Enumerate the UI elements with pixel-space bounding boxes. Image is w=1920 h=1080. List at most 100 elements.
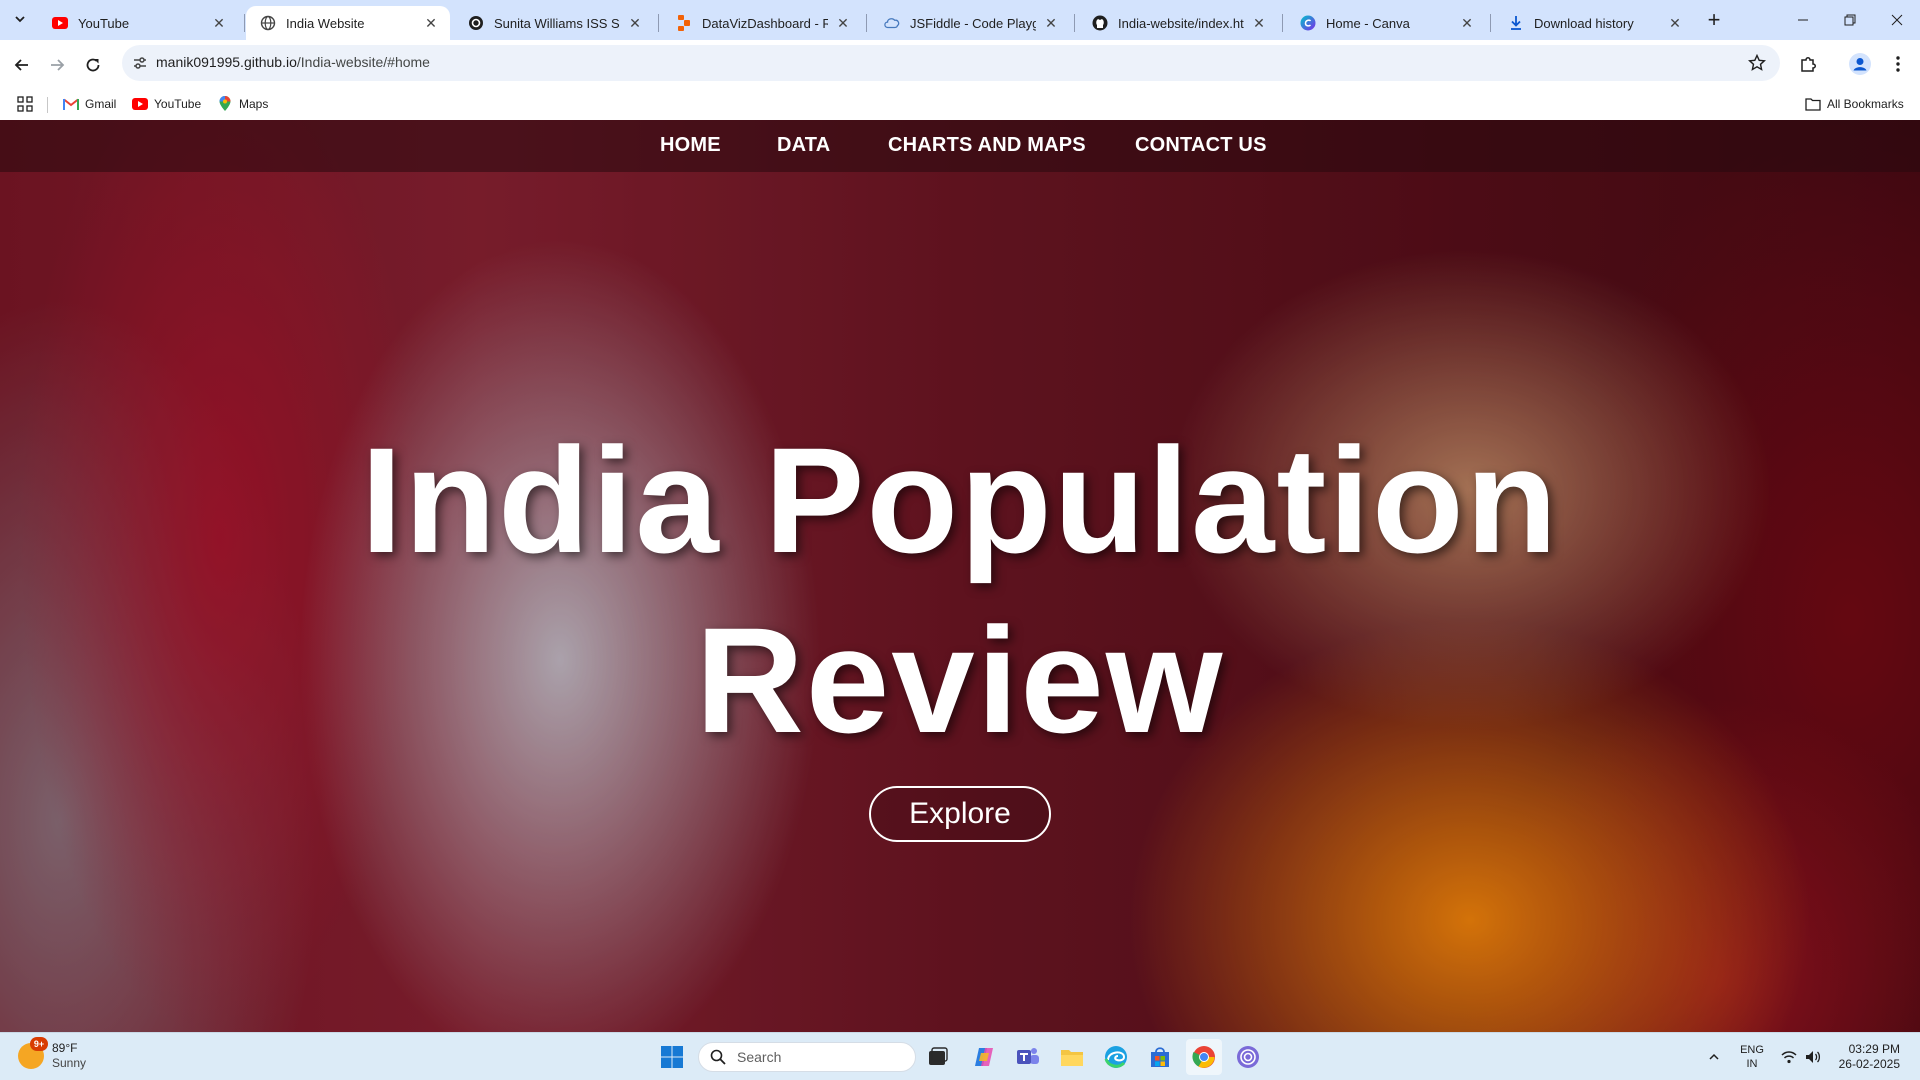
hero-title-line-1: India Population — [360, 416, 1560, 584]
weather-temperature: 89°F — [52, 1041, 78, 1055]
download-icon — [1508, 15, 1524, 31]
openai-icon — [468, 15, 484, 31]
tab-close-icon[interactable]: ✕ — [834, 14, 852, 32]
tab-title: YouTube — [78, 15, 130, 31]
tab-download-history[interactable]: Download history ✕ — [1494, 6, 1694, 40]
teams-icon[interactable] — [1010, 1039, 1046, 1075]
extensions-puzzle-icon[interactable] — [1795, 51, 1821, 77]
replit-icon — [676, 15, 692, 31]
new-tab-button[interactable]: + — [1702, 7, 1726, 32]
wifi-icon[interactable] — [1778, 1039, 1800, 1075]
tab-title: DataVizDashboard - Repli — [702, 15, 828, 31]
sun-weather-icon: 9+ — [18, 1037, 48, 1069]
tab-search-chevron-icon[interactable] — [8, 7, 32, 31]
notification-badge: 9+ — [30, 1037, 48, 1051]
tab-divider — [1490, 14, 1491, 32]
reload-button[interactable] — [80, 52, 106, 78]
close-window-button[interactable] — [1874, 0, 1920, 40]
forward-button[interactable] — [44, 52, 70, 78]
bookmark-maps[interactable]: Maps — [217, 95, 268, 113]
hero-title-line-2: Review — [695, 596, 1225, 764]
tab-sunita-williams[interactable]: Sunita Williams ISS Stay ✕ — [454, 6, 654, 40]
language-region: IN — [1746, 1058, 1758, 1070]
jsfiddle-icon — [884, 15, 900, 31]
copilot-icon[interactable] — [966, 1039, 1002, 1075]
globe-icon — [260, 15, 276, 31]
windows-start-button[interactable] — [654, 1039, 690, 1075]
nav-home-link[interactable]: HOME — [660, 134, 721, 157]
maps-icon — [217, 96, 233, 112]
tab-close-icon[interactable]: ✕ — [626, 14, 644, 32]
browser-tab-strip: YouTube ✕ India Website ✕ Sunita William… — [0, 0, 1920, 40]
weather-widget[interactable]: 9+ 89°F Sunny — [18, 1037, 87, 1071]
explore-button[interactable]: Explore — [869, 786, 1051, 842]
tab-dataviz-dashboard[interactable]: DataVizDashboard - Repli ✕ — [662, 6, 862, 40]
web-page-viewport: HOME DATA CHARTS AND MAPS CONTACT US Ind… — [0, 120, 1920, 1032]
profile-avatar-icon[interactable] — [1847, 51, 1873, 77]
clock-date: 26-02-2025 — [1838, 1057, 1900, 1071]
site-info-icon[interactable] — [130, 53, 150, 73]
tab-close-icon[interactable]: ✕ — [1666, 14, 1684, 32]
edge-browser-icon[interactable] — [1098, 1039, 1134, 1075]
language-code: ENG — [1740, 1044, 1764, 1056]
tab-youtube[interactable]: YouTube ✕ — [38, 6, 238, 40]
tab-close-icon[interactable]: ✕ — [422, 14, 440, 32]
browser-menu-kebab-icon[interactable] — [1885, 51, 1911, 77]
youtube-icon — [132, 96, 148, 112]
tab-divider — [658, 14, 659, 32]
tab-title: India-website/index.html — [1118, 15, 1244, 31]
minimize-window-button[interactable] — [1780, 0, 1826, 40]
search-placeholder: Search — [737, 1049, 782, 1065]
bookmark-label: Maps — [239, 97, 269, 111]
browser-toolbar: manik091995.github.io/India-website/#hom… — [0, 40, 1920, 88]
canva-icon — [1300, 15, 1316, 31]
tab-jsfiddle[interactable]: JSFiddle - Code Playgrou ✕ — [870, 6, 1070, 40]
restore-window-button[interactable] — [1827, 0, 1873, 40]
taskbar-search-box[interactable]: Search — [698, 1042, 916, 1072]
clock-time: 03:29 PM — [1848, 1042, 1900, 1056]
tab-canva[interactable]: Home - Canva ✕ — [1286, 6, 1486, 40]
bookmarks-divider — [47, 97, 48, 113]
language-indicator[interactable]: ENG IN — [1736, 1039, 1768, 1075]
tab-github-index[interactable]: India-website/index.html ✕ — [1078, 6, 1278, 40]
bookmark-gmail[interactable]: Gmail — [63, 95, 116, 113]
youtube-icon — [52, 15, 68, 31]
tray-overflow-chevron-icon[interactable] — [1704, 1039, 1724, 1075]
file-explorer-icon[interactable] — [1054, 1039, 1090, 1075]
app-spiral-icon[interactable] — [1230, 1039, 1266, 1075]
bookmark-youtube[interactable]: YouTube — [132, 95, 201, 113]
folder-icon — [1805, 96, 1821, 112]
volume-icon[interactable] — [1802, 1039, 1824, 1075]
nav-charts-and-maps-link[interactable]: CHARTS AND MAPS — [888, 134, 1086, 157]
bookmark-label: YouTube — [154, 97, 202, 111]
chrome-browser-icon[interactable] — [1186, 1039, 1222, 1075]
tab-divider — [1282, 14, 1283, 32]
microsoft-store-icon[interactable] — [1142, 1039, 1178, 1075]
tab-divider — [244, 14, 245, 32]
nav-data-link[interactable]: DATA — [777, 134, 830, 157]
site-navbar: HOME DATA CHARTS AND MAPS CONTACT US — [0, 120, 1920, 172]
search-icon — [709, 1048, 727, 1066]
nav-contact-us-link[interactable]: CONTACT US — [1135, 134, 1267, 157]
system-clock[interactable]: 03:29 PM 26-02-2025 — [1839, 1042, 1900, 1072]
task-view-icon[interactable] — [920, 1039, 956, 1075]
bookmark-star-icon[interactable] — [1746, 52, 1768, 74]
tab-title: Sunita Williams ISS Stay — [494, 15, 620, 31]
tab-close-icon[interactable]: ✕ — [210, 14, 228, 32]
tab-india-website[interactable]: India Website ✕ — [246, 6, 450, 40]
github-icon — [1092, 15, 1108, 31]
tab-close-icon[interactable]: ✕ — [1042, 14, 1060, 32]
address-bar[interactable]: manik091995.github.io/India-website/#hom… — [122, 45, 1780, 81]
back-button[interactable] — [9, 52, 35, 78]
tab-divider — [1074, 14, 1075, 32]
weather-condition: Sunny — [52, 1056, 87, 1070]
tab-title: JSFiddle - Code Playgrou — [910, 15, 1036, 31]
tab-title: Download history — [1534, 15, 1634, 31]
tab-close-icon[interactable]: ✕ — [1458, 14, 1476, 32]
hero-title: India Population Review — [0, 410, 1920, 770]
apps-grid-icon[interactable] — [17, 95, 33, 113]
all-bookmarks-button[interactable]: All Bookmarks — [1805, 95, 1904, 113]
tab-title: Home - Canva — [1326, 15, 1410, 31]
url-text[interactable]: manik091995.github.io/India-website/#hom… — [156, 54, 430, 70]
tab-close-icon[interactable]: ✕ — [1250, 14, 1268, 32]
